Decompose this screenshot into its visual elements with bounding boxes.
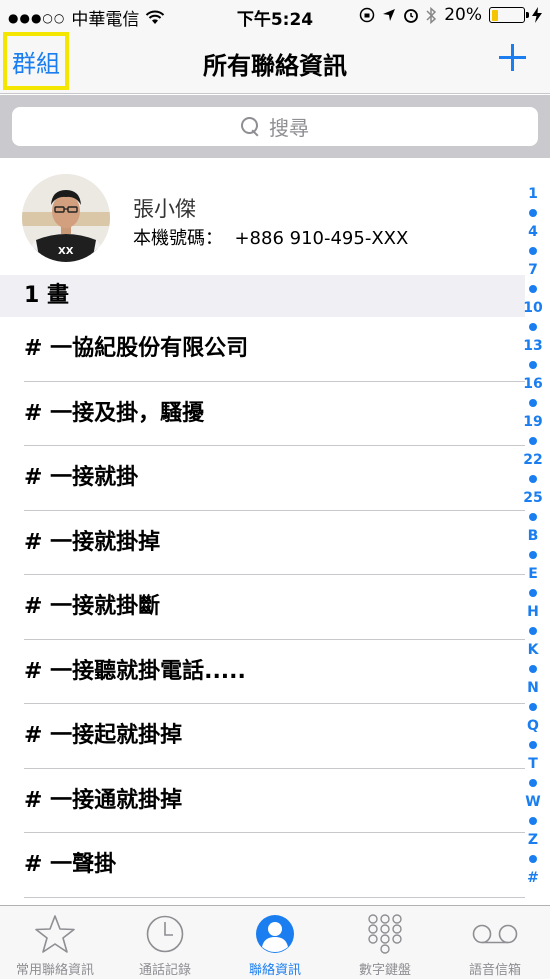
my-card[interactable]: XX 張小傑 本機號碼： +886 910-495-XXX bbox=[0, 160, 525, 274]
contact-row[interactable]: # 一接就掛掉 bbox=[0, 511, 525, 576]
index-dot bbox=[529, 323, 537, 331]
index-letter[interactable]: Q bbox=[527, 718, 539, 734]
my-card-name: 張小傑 bbox=[133, 197, 196, 221]
status-bar: ●●●○○ 中華電信 下午5:24 20% bbox=[0, 0, 550, 30]
search-icon bbox=[241, 116, 261, 137]
index-dot bbox=[529, 665, 537, 673]
index-letter[interactable]: Z bbox=[528, 832, 538, 848]
index-letter[interactable]: N bbox=[527, 680, 539, 696]
clock-icon bbox=[140, 909, 190, 959]
orientation-lock-icon bbox=[359, 7, 375, 23]
contact-row[interactable]: # 一協紀股份有限公司 bbox=[0, 317, 525, 382]
index-letter[interactable]: 4 bbox=[528, 224, 538, 240]
page-title: 所有聯絡資訊 bbox=[203, 52, 347, 80]
index-letter[interactable]: 19 bbox=[523, 414, 542, 430]
index-dot bbox=[529, 399, 537, 407]
index-letter[interactable]: 10 bbox=[523, 300, 542, 316]
index-dot bbox=[529, 703, 537, 711]
index-dot bbox=[529, 741, 537, 749]
index-letter[interactable]: 7 bbox=[528, 262, 538, 278]
bluetooth-icon bbox=[426, 6, 437, 24]
tab-label: 語音信箱 bbox=[468, 963, 521, 978]
index-dot bbox=[529, 627, 537, 635]
person-icon bbox=[250, 909, 300, 959]
svg-text:XX: XX bbox=[58, 246, 74, 257]
index-dot bbox=[529, 513, 537, 521]
index-letter[interactable]: 16 bbox=[523, 376, 542, 392]
tab-label: 聯絡資訊 bbox=[248, 963, 301, 978]
index-dot bbox=[529, 285, 537, 293]
alarm-icon bbox=[404, 9, 419, 23]
index-dot bbox=[529, 779, 537, 787]
index-letter[interactable]: 22 bbox=[523, 452, 542, 468]
contact-row[interactable]: # 一接就掛斷 bbox=[0, 575, 525, 640]
index-dot bbox=[529, 209, 537, 217]
contact-row[interactable]: # 一聲掛 bbox=[0, 833, 525, 898]
charging-icon bbox=[532, 7, 542, 23]
section-header: 1 畫 bbox=[0, 275, 525, 317]
index-dot bbox=[529, 247, 537, 255]
battery-icon bbox=[489, 7, 529, 23]
keypad-icon bbox=[360, 909, 410, 959]
contact-list: # 一協紀股份有限公司 # 一接及掛，騷擾 # 一接就掛 # 一接就掛掉 # 一… bbox=[0, 317, 525, 898]
tab-label: 常用聯絡資訊 bbox=[15, 963, 94, 978]
index-letter[interactable]: T bbox=[528, 756, 538, 772]
index-dot bbox=[529, 437, 537, 445]
index-dot bbox=[529, 589, 537, 597]
tab-favorites[interactable]: 常用聯絡資訊 bbox=[0, 906, 110, 979]
index-dot bbox=[529, 817, 537, 825]
index-letter[interactable]: E bbox=[528, 566, 538, 582]
index-dot bbox=[529, 361, 537, 369]
add-contact-button[interactable] bbox=[498, 42, 528, 72]
index-letter[interactable]: W bbox=[525, 794, 540, 810]
index-letter[interactable]: K bbox=[528, 642, 539, 658]
my-card-phone: 本機號碼： +886 910-495-XXX bbox=[133, 224, 408, 250]
contact-row[interactable]: # 一接及掛，騷擾 bbox=[0, 382, 525, 447]
index-letter[interactable]: B bbox=[528, 528, 539, 544]
tab-contacts[interactable]: 聯絡資訊 bbox=[220, 906, 330, 979]
star-icon bbox=[30, 909, 80, 959]
index-letter[interactable]: H bbox=[527, 604, 539, 620]
section-index[interactable]: 1 4 7 10 13 16 19 22 25 B E H K N Q T W Z # bbox=[520, 186, 546, 886]
tab-label: 通話記錄 bbox=[138, 963, 191, 978]
contact-row[interactable]: # 一接就掛 bbox=[0, 446, 525, 511]
location-icon bbox=[383, 9, 396, 21]
search-input[interactable]: 搜尋 bbox=[12, 107, 538, 146]
tab-voicemail[interactable]: 語音信箱 bbox=[440, 906, 550, 979]
contact-row[interactable]: # 一接聽就掛電話..... bbox=[0, 640, 525, 705]
voicemail-icon bbox=[470, 909, 520, 959]
battery-percentage: 20% bbox=[444, 5, 482, 25]
my-card-phone-label: 本機號碼： bbox=[133, 228, 223, 249]
tab-label: 數字鍵盤 bbox=[358, 963, 411, 978]
index-letter[interactable]: # bbox=[527, 870, 539, 886]
navigation-bar: 群組 所有聯絡資訊 bbox=[0, 30, 550, 94]
my-card-phone-number: +886 910-495-XXX bbox=[234, 228, 409, 249]
tab-recents[interactable]: 通話記錄 bbox=[110, 906, 220, 979]
tab-bar: 常用聯絡資訊 通話記錄 聯絡資訊 數字鍵盤 語音信箱 bbox=[0, 905, 550, 979]
index-letter[interactable]: 25 bbox=[523, 490, 542, 506]
search-area: 搜尋 bbox=[0, 95, 550, 158]
index-letter[interactable]: 13 bbox=[523, 338, 542, 354]
index-dot bbox=[529, 855, 537, 863]
index-dot bbox=[529, 475, 537, 483]
search-placeholder: 搜尋 bbox=[269, 116, 309, 140]
index-dot bbox=[529, 551, 537, 559]
index-letter[interactable]: 1 bbox=[528, 186, 538, 202]
tab-keypad[interactable]: 數字鍵盤 bbox=[330, 906, 440, 979]
contact-row[interactable]: # 一接通就掛掉 bbox=[0, 769, 525, 834]
avatar: XX bbox=[22, 174, 110, 262]
contact-row[interactable]: # 一接起就掛掉 bbox=[0, 704, 525, 769]
